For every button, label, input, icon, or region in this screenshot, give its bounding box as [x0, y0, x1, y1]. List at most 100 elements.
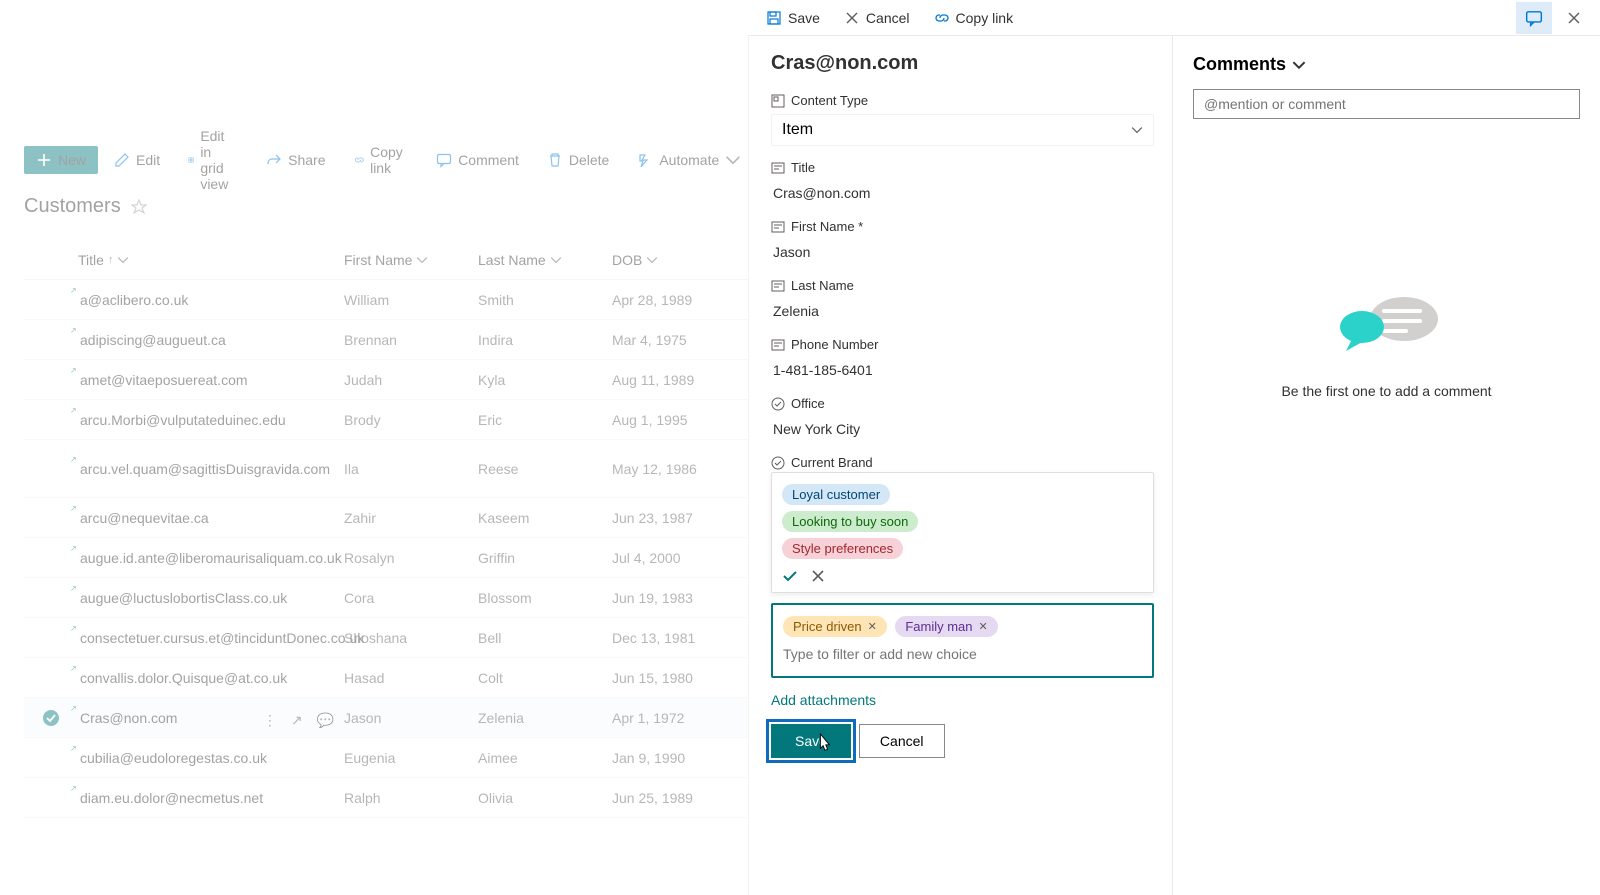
- chevron-down-icon: [725, 152, 741, 168]
- cell-title[interactable]: arcu.Morbi@vulputateduinec.edu: [78, 412, 344, 428]
- col-first[interactable]: First Name: [344, 252, 478, 268]
- table-row[interactable]: arcu@nequevitae.caZahirKaseemJun 23, 198…: [24, 498, 748, 538]
- data-table: Title↑ First Name Last Name DOB a@aclibe…: [24, 240, 748, 818]
- office-label: Office: [791, 396, 825, 411]
- cell-first: Shoshana: [344, 630, 478, 646]
- cell-title[interactable]: arcu@nequevitae.ca: [78, 510, 344, 526]
- table-row[interactable]: amet@vitaeposuereat.comJudahKylaAug 11, …: [24, 360, 748, 400]
- table-row[interactable]: convallis.dolor.Quisque@at.co.ukHasadCol…: [24, 658, 748, 698]
- title-label: Title: [791, 160, 815, 175]
- choice-option-style[interactable]: Style preferences: [782, 538, 903, 559]
- title-field[interactable]: Cras@non.com: [771, 181, 1154, 205]
- table-row[interactable]: adipiscing@augueut.caBrennanIndiraMar 4,…: [24, 320, 748, 360]
- cell-title[interactable]: Cras@non.com⋮↗💬: [78, 710, 344, 726]
- office-field[interactable]: New York City: [771, 417, 1154, 441]
- link-icon: [934, 10, 950, 26]
- table-row[interactable]: arcu.Morbi@vulputateduinec.eduBrodyEricA…: [24, 400, 748, 440]
- share-button[interactable]: Share: [254, 146, 337, 174]
- automate-button[interactable]: Automate: [625, 146, 753, 174]
- cell-title[interactable]: a@aclibero.co.uk: [78, 292, 344, 308]
- new-label: New: [58, 152, 86, 168]
- col-title[interactable]: Title↑: [78, 252, 344, 268]
- close-panel-button[interactable]: [1556, 2, 1592, 34]
- cancel-button[interactable]: Cancel: [834, 6, 920, 30]
- automate-label: Automate: [659, 152, 719, 168]
- tag-filter-input[interactable]: [781, 640, 1144, 668]
- chevron-down-icon: [1131, 124, 1143, 136]
- chevron-down-icon: [117, 254, 129, 266]
- tags-input[interactable]: Price driven✕ Family man✕: [771, 603, 1154, 678]
- confirm-icon[interactable]: [782, 568, 798, 584]
- table-row[interactable]: arcu.vel.quam@sagittisDuisgravida.comIla…: [24, 440, 748, 498]
- row-comment-icon[interactable]: 💬: [317, 712, 334, 729]
- form-cancel-button[interactable]: Cancel: [859, 724, 945, 758]
- table-row[interactable]: diam.eu.dolor@necmetus.netRalphOliviaJun…: [24, 778, 748, 818]
- cell-first: Judah: [344, 372, 478, 388]
- grid-label: Edit in grid view: [200, 128, 238, 192]
- list-copylink-button[interactable]: Copy link: [342, 138, 421, 182]
- cell-last: Bell: [478, 630, 612, 646]
- table-row[interactable]: cubilia@eudoloregestas.co.ukEugeniaAimee…: [24, 738, 748, 778]
- firstname-field[interactable]: Jason: [771, 240, 1154, 264]
- table-row[interactable]: consectetuer.cursus.et@tinciduntDonec.co…: [24, 618, 748, 658]
- contenttype-label: Content Type: [791, 93, 868, 108]
- cell-title[interactable]: amet@vitaeposuereat.com: [78, 372, 344, 388]
- lastname-label: Last Name: [791, 278, 854, 293]
- save-button[interactable]: Save: [756, 6, 830, 30]
- cell-title[interactable]: cubilia@eudoloregestas.co.uk: [78, 750, 344, 766]
- chevron-down-icon[interactable]: [1292, 58, 1306, 72]
- cell-title[interactable]: augue.id.ante@liberomaurisaliquam.co.uk: [78, 550, 344, 566]
- table-row[interactable]: augue.id.ante@liberomaurisaliquam.co.ukR…: [24, 538, 748, 578]
- cell-title[interactable]: convallis.dolor.Quisque@at.co.uk: [78, 670, 344, 686]
- choice-option-looking[interactable]: Looking to buy soon: [782, 511, 918, 532]
- remove-tag-icon[interactable]: ✕: [868, 620, 877, 633]
- add-attachments-link[interactable]: Add attachments: [771, 692, 1154, 708]
- save-icon: [766, 10, 782, 26]
- phone-field[interactable]: 1-481-185-6401: [771, 358, 1154, 382]
- col-last[interactable]: Last Name: [478, 252, 612, 268]
- row-more-icon[interactable]: ⋮: [263, 712, 277, 729]
- contenttype-icon: [771, 94, 785, 108]
- copylink-button[interactable]: Copy link: [924, 6, 1024, 30]
- cell-title[interactable]: arcu.vel.quam@sagittisDuisgravida.com: [78, 461, 344, 477]
- comment-icon: [436, 152, 452, 168]
- cell-title[interactable]: augue@luctuslobortisClass.co.uk: [78, 590, 344, 606]
- cell-first: Brody: [344, 412, 478, 428]
- tag-family[interactable]: Family man✕: [895, 616, 997, 637]
- star-icon[interactable]: [131, 199, 147, 215]
- panel-toolbar: Save Cancel Copy link: [748, 0, 1600, 36]
- text-icon: [771, 220, 785, 234]
- tag-price[interactable]: Price driven✕: [783, 616, 887, 637]
- table-row[interactable]: a@aclibero.co.ukWilliamSmithApr 28, 1989: [24, 280, 748, 320]
- cell-title[interactable]: adipiscing@augueut.ca: [78, 332, 344, 348]
- edit-button[interactable]: Edit: [102, 146, 172, 174]
- table-row[interactable]: Cras@non.com⋮↗💬JasonZeleniaApr 1, 1972: [24, 698, 748, 738]
- cell-title[interactable]: consectetuer.cursus.et@tinciduntDonec.co…: [78, 630, 344, 646]
- row-share-icon[interactable]: ↗: [291, 712, 303, 729]
- cell-last: Kyla: [478, 372, 612, 388]
- chevron-down-icon: [646, 254, 658, 266]
- cell-first: Hasad: [344, 670, 478, 686]
- choice-option-loyal[interactable]: Loyal customer: [782, 484, 890, 505]
- firstname-label: First Name *: [791, 219, 863, 234]
- contenttype-select[interactable]: Item: [771, 114, 1154, 146]
- cell-last: Olivia: [478, 790, 612, 806]
- lastname-field[interactable]: Zelenia: [771, 299, 1154, 323]
- comment-input[interactable]: [1193, 89, 1580, 119]
- comments-toggle-button[interactable]: [1516, 2, 1552, 34]
- cell-last: Indira: [478, 332, 612, 348]
- dismiss-icon[interactable]: [810, 568, 826, 584]
- comments-empty-state: Be the first one to add a comment: [1193, 289, 1580, 399]
- delete-button[interactable]: Delete: [535, 146, 621, 174]
- form-save-button[interactable]: Save: [771, 724, 851, 758]
- comment-button[interactable]: Comment: [424, 146, 531, 174]
- remove-tag-icon[interactable]: ✕: [979, 620, 988, 633]
- cell-last: Aimee: [478, 750, 612, 766]
- table-row[interactable]: augue@luctuslobortisClass.co.ukCoraBloss…: [24, 578, 748, 618]
- cell-last: Reese: [478, 461, 612, 477]
- new-button[interactable]: New: [24, 146, 98, 174]
- cell-title[interactable]: diam.eu.dolor@necmetus.net: [78, 790, 344, 806]
- grid-edit-button[interactable]: Edit in grid view: [176, 122, 250, 198]
- close-icon: [844, 10, 860, 26]
- text-icon: [771, 161, 785, 175]
